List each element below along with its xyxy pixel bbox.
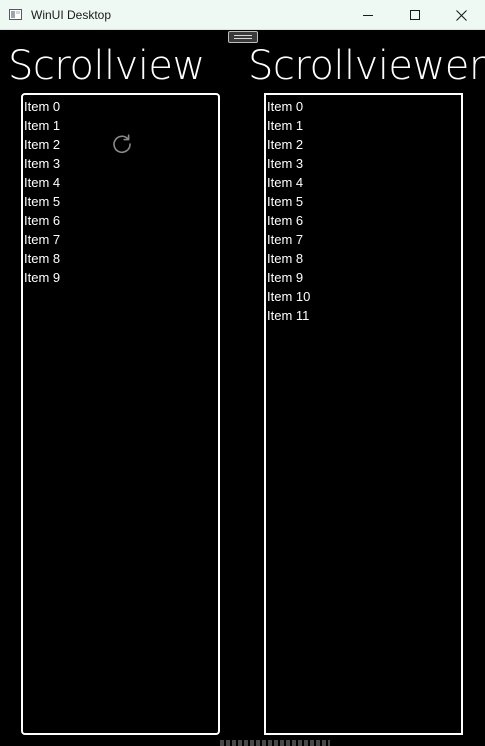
refresh-icon bbox=[113, 134, 131, 154]
list-item[interactable]: Item 8 bbox=[267, 249, 310, 268]
list-item[interactable]: Item 6 bbox=[24, 211, 60, 230]
bottom-artifact-bar bbox=[220, 740, 330, 746]
list-item[interactable]: Item 5 bbox=[24, 192, 60, 211]
list-item[interactable]: Item 5 bbox=[267, 192, 310, 211]
app-window-icon bbox=[9, 9, 22, 20]
list-item[interactable]: Item 3 bbox=[267, 154, 310, 173]
scrollviewer-list: Item 0 Item 1 Item 2 Item 3 Item 4 Item … bbox=[267, 97, 310, 325]
scrollview-heading: Scrollview bbox=[8, 43, 205, 89]
scrollview-panel[interactable]: Item 0 Item 1 Item 2 Item 3 Item 4 Item … bbox=[21, 93, 220, 735]
list-item[interactable]: Item 0 bbox=[267, 97, 310, 116]
close-button[interactable] bbox=[438, 0, 484, 30]
minimize-button[interactable] bbox=[345, 0, 391, 30]
scrollviewer-panel[interactable]: Item 0 Item 1 Item 2 Item 3 Item 4 Item … bbox=[264, 93, 463, 735]
list-item[interactable]: Item 6 bbox=[267, 211, 310, 230]
list-item[interactable]: Item 2 bbox=[267, 135, 310, 154]
maximize-icon bbox=[410, 10, 420, 20]
list-item[interactable]: Item 9 bbox=[267, 268, 310, 287]
list-item[interactable]: Item 10 bbox=[267, 287, 310, 306]
list-item[interactable]: Item 4 bbox=[267, 173, 310, 192]
list-item[interactable]: Item 11 bbox=[267, 306, 310, 325]
maximize-button[interactable] bbox=[392, 0, 438, 30]
list-item[interactable]: Item 1 bbox=[267, 116, 310, 135]
list-item[interactable]: Item 4 bbox=[24, 173, 60, 192]
close-icon bbox=[455, 9, 467, 21]
list-item[interactable]: Item 7 bbox=[24, 230, 60, 249]
title-bar[interactable]: WinUI Desktop bbox=[0, 0, 485, 30]
minimize-icon bbox=[363, 15, 373, 16]
list-item[interactable]: Item 2 bbox=[24, 135, 60, 154]
list-item[interactable]: Item 3 bbox=[24, 154, 60, 173]
list-item[interactable]: Item 0 bbox=[24, 97, 60, 116]
list-item[interactable]: Item 8 bbox=[24, 249, 60, 268]
scrollviewer-heading: Scrollviewer bbox=[248, 43, 485, 89]
app-window: WinUI Desktop Scrollview Scrollviewer It… bbox=[0, 0, 485, 746]
list-item[interactable]: Item 9 bbox=[24, 268, 60, 287]
bottom-artifact bbox=[220, 740, 340, 746]
scrollview-list: Item 0 Item 1 Item 2 Item 3 Item 4 Item … bbox=[24, 97, 60, 287]
list-item[interactable]: Item 7 bbox=[267, 230, 310, 249]
list-item[interactable]: Item 1 bbox=[24, 116, 60, 135]
window-title: WinUI Desktop bbox=[31, 8, 112, 22]
